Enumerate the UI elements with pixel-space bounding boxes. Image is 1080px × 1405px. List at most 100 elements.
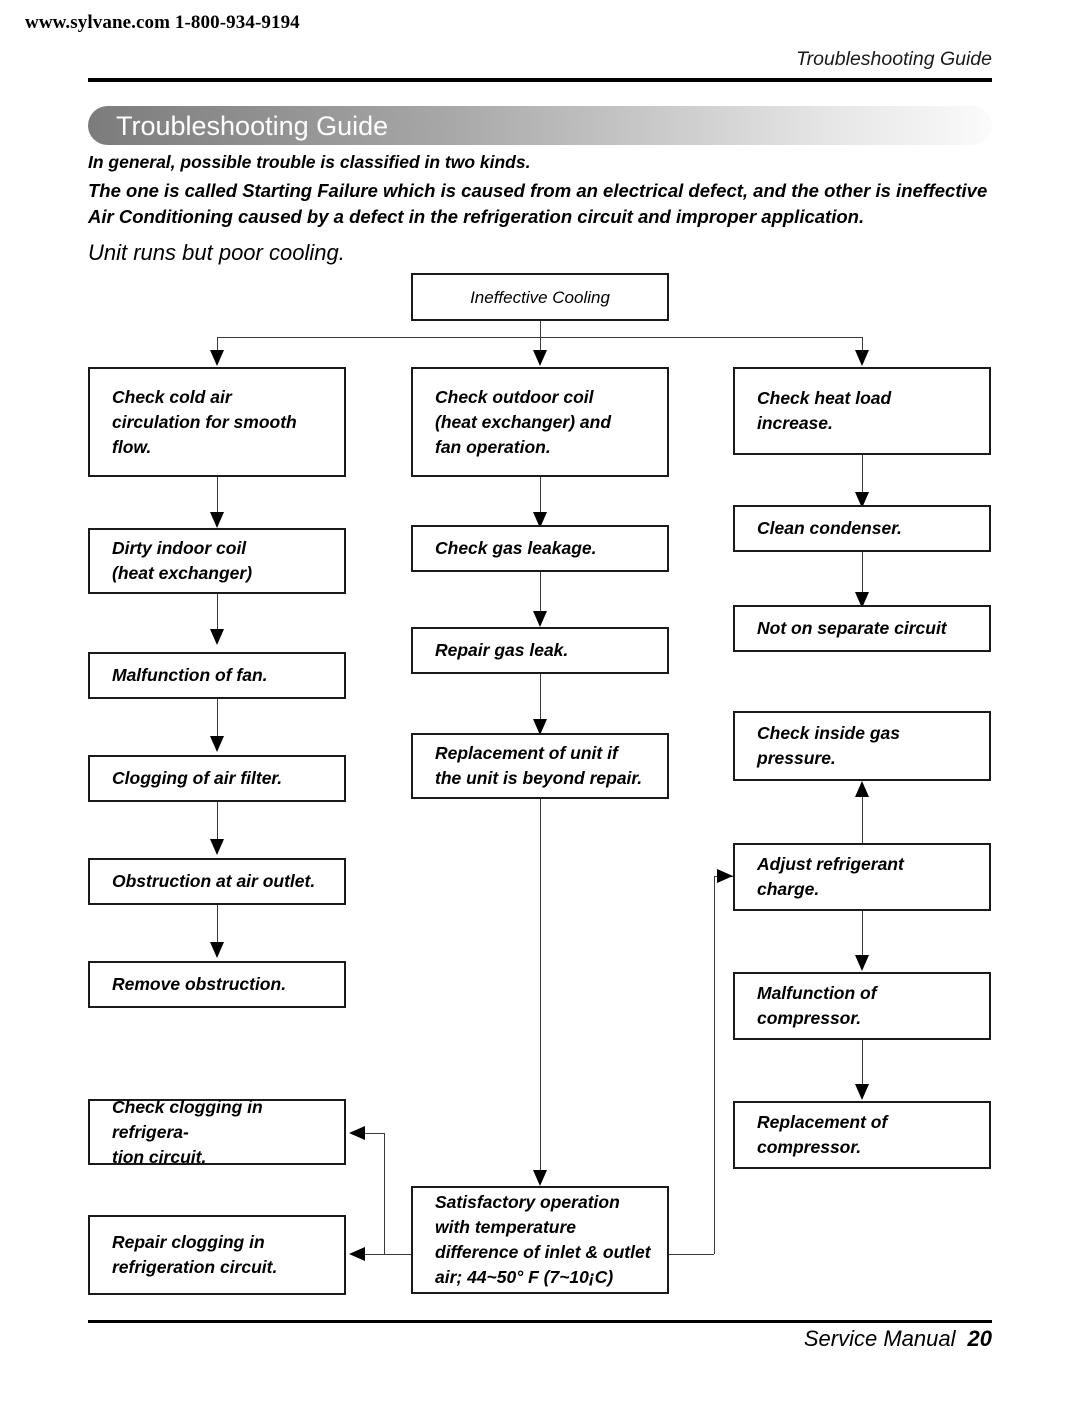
arrow-to-check-heat-load bbox=[855, 350, 869, 366]
flow-box-line: refrigeration circuit. bbox=[112, 1257, 278, 1277]
connector-drop-mid bbox=[540, 337, 541, 350]
flow-box-malfunction-of-fan: Malfunction of fan. bbox=[88, 652, 346, 699]
flow-box-label: Remove obstruction. bbox=[112, 974, 287, 994]
flow-box-replacement-of-compressor: Replacement of compressor. bbox=[733, 1101, 991, 1169]
connector-obstruction-to-remove bbox=[217, 905, 218, 945]
flow-box-line: air; 44~50° F (7~10¡C) bbox=[435, 1267, 614, 1287]
flow-box-line: Adjust refrigerant bbox=[757, 854, 904, 874]
flow-box-line: (heat exchanger) and bbox=[435, 411, 612, 432]
connector-gas-leak-to-repair bbox=[540, 572, 541, 614]
connector-malfunction-to-replacement-comp bbox=[862, 1040, 863, 1087]
flow-box-label: Check gas leakage. bbox=[435, 538, 597, 558]
arrow-to-check-inside-gas-pressure bbox=[855, 781, 869, 797]
arrow-to-adjust-refrigerant-charge bbox=[717, 869, 733, 883]
flow-box-line: Check cold air bbox=[112, 386, 232, 407]
flow-box-repair-gas-leak: Repair gas leak. bbox=[411, 627, 669, 674]
footer: Service Manual 20 bbox=[804, 1326, 992, 1352]
flow-box-line: Check outdoor coil bbox=[435, 386, 594, 407]
connector-drop-right bbox=[862, 337, 863, 350]
arrow-to-check-cold-air bbox=[210, 350, 224, 366]
flow-box-line: tion circuit. bbox=[112, 1146, 207, 1167]
flow-box-dirty-indoor-coil: Dirty indoor coil (heat exchanger) bbox=[88, 528, 346, 594]
arrow-to-check-outdoor-coil bbox=[533, 350, 547, 366]
section-heading: Unit runs but poor cooling. bbox=[88, 240, 345, 265]
flow-box-label: Malfunction of fan. bbox=[112, 665, 268, 685]
flow-box-satisfactory-operation: Satisfactory operation with temperature … bbox=[411, 1186, 669, 1294]
connector-satisfactory-right-out bbox=[669, 1254, 714, 1255]
connector-branch-to-check-clogging bbox=[365, 1133, 385, 1134]
arrow-to-satisfactory-operation bbox=[533, 1170, 547, 1186]
flow-box-label: Clean condenser. bbox=[757, 518, 902, 538]
arrow-to-check-clogging bbox=[349, 1126, 365, 1140]
flow-box-line: charge. bbox=[757, 879, 820, 899]
intro-line-2: The one is called Starting Failure which… bbox=[88, 180, 988, 227]
connector-adjust-to-malfunction-comp bbox=[862, 911, 863, 958]
flow-box-label: Not on separate circuit bbox=[757, 618, 947, 638]
flow-box-replacement-of-unit: Replacement of unit if the unit is beyon… bbox=[411, 733, 669, 799]
arrow-to-remove-obstruction bbox=[210, 942, 224, 958]
flow-box-line: Malfunction of bbox=[757, 983, 877, 1003]
connector-satisfactory-to-repair-clogging bbox=[365, 1254, 411, 1255]
flow-box-obstruction-at-air-outlet: Obstruction at air outlet. bbox=[88, 858, 346, 905]
arrow-to-clogging-of-air-filter bbox=[210, 736, 224, 752]
page-title: Troubleshooting Guide bbox=[116, 111, 389, 141]
flow-box-line: Dirty indoor coil bbox=[112, 538, 247, 558]
flow-box-label: Clogging of air filter. bbox=[112, 768, 283, 788]
flow-box-clogging-of-air-filter: Clogging of air filter. bbox=[88, 755, 346, 802]
flow-box-line: Check heat load bbox=[757, 388, 892, 408]
flow-box-check-heat-load: Check heat load increase. bbox=[733, 367, 991, 455]
flow-box-line: Check inside gas bbox=[757, 723, 900, 743]
flow-box-line: flow. bbox=[112, 436, 152, 457]
running-head: Troubleshooting Guide bbox=[796, 48, 992, 70]
page-title-bar: Troubleshooting Guide bbox=[88, 106, 992, 145]
flow-box-line: difference of inlet & outlet bbox=[435, 1242, 651, 1262]
arrow-to-malfunction-of-fan bbox=[210, 629, 224, 645]
flow-box-check-cold-air: Check cold air circulation for smooth fl… bbox=[88, 367, 346, 477]
flow-box-adjust-refrigerant-charge: Adjust refrigerant charge. bbox=[733, 843, 991, 911]
flow-box-line: Check clogging in refrigera- bbox=[112, 1096, 263, 1142]
flow-box-remove-obstruction: Remove obstruction. bbox=[88, 961, 346, 1008]
flow-box-line: Satisfactory operation bbox=[435, 1192, 620, 1212]
flow-box-label: Repair gas leak. bbox=[435, 640, 569, 660]
connector-dirty-coil-to-fan bbox=[217, 594, 218, 632]
flow-box-line: compressor. bbox=[757, 1008, 862, 1028]
connector-outdoor-coil-to-gas-leak bbox=[540, 477, 541, 515]
arrow-to-dirty-indoor-coil bbox=[210, 512, 224, 528]
connector-replacement-to-satisfactory bbox=[540, 799, 541, 1174]
arrow-to-malfunction-of-compressor bbox=[855, 955, 869, 971]
flow-box-check-inside-gas-pressure: Check inside gas pressure. bbox=[733, 711, 991, 781]
footer-divider bbox=[88, 1320, 992, 1323]
header-divider bbox=[88, 78, 992, 82]
connector-adjust-charge-to-inside-gas bbox=[862, 797, 863, 843]
flow-box-line: compressor. bbox=[757, 1137, 862, 1157]
flow-box-line: the unit is beyond repair. bbox=[435, 768, 643, 788]
intro-line-1: In general, possible trouble is classifi… bbox=[88, 152, 531, 172]
connector-repair-gas-to-replacement bbox=[540, 674, 541, 724]
flow-box-check-outdoor-coil: Check outdoor coil (heat exchanger) and … bbox=[411, 367, 669, 477]
connector-clean-condenser-to-circuit bbox=[862, 552, 863, 595]
flow-box-line: fan operation. bbox=[435, 436, 551, 457]
flow-box-line: Repair clogging in bbox=[112, 1232, 265, 1252]
flow-box-check-clogging-refrigeration: Check clogging in refrigera- tion circui… bbox=[88, 1097, 346, 1167]
connector-heat-load-to-clean-condenser bbox=[862, 455, 863, 495]
flow-box-clean-condenser: Clean condenser. bbox=[733, 505, 991, 552]
connector-riser-to-check-clogging bbox=[384, 1133, 385, 1254]
flow-box-line: Replacement of bbox=[757, 1112, 888, 1132]
flow-box-line: increase. bbox=[757, 413, 833, 433]
flow-box-not-on-separate-circuit: Not on separate circuit bbox=[733, 605, 991, 652]
document-page: www.sylvane.com 1-800-934-9194 Troublesh… bbox=[0, 0, 1080, 1405]
flow-box-label: Obstruction at air outlet. bbox=[112, 871, 316, 891]
connector-root-stem bbox=[540, 321, 541, 337]
flow-box-check-gas-leakage: Check gas leakage. bbox=[411, 525, 669, 572]
site-contact-line: www.sylvane.com 1-800-934-9194 bbox=[25, 12, 300, 33]
connector-cold-air-to-dirty-coil bbox=[217, 477, 218, 515]
flow-box-malfunction-of-compressor: Malfunction of compressor. bbox=[733, 972, 991, 1040]
flow-box-line: with temperature bbox=[435, 1217, 576, 1237]
flow-box-line: (heat exchanger) bbox=[112, 563, 253, 583]
connector-drop-left bbox=[217, 337, 218, 350]
connector-filter-to-obstruction bbox=[217, 802, 218, 842]
arrow-to-repair-gas-leak bbox=[533, 611, 547, 627]
flow-box-line: Replacement of unit if bbox=[435, 743, 618, 763]
arrow-to-replacement-of-compressor bbox=[855, 1084, 869, 1100]
flow-box-line: pressure. bbox=[757, 748, 836, 768]
